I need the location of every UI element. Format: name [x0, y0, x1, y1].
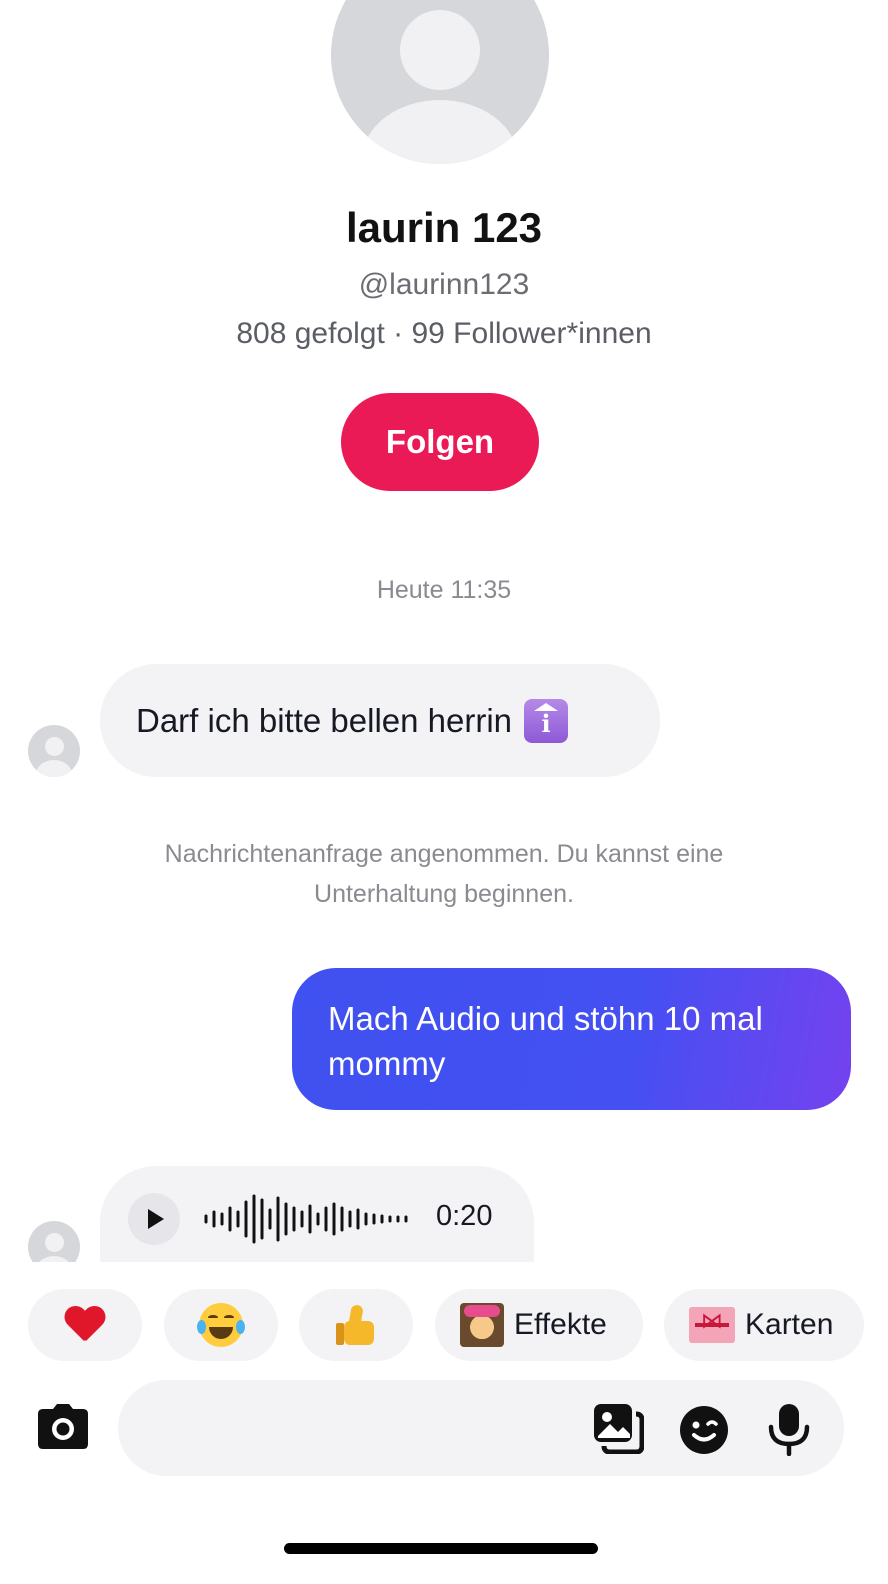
tears-of-joy-emoji-icon [197, 1303, 245, 1347]
waveform-icon[interactable] [204, 1194, 416, 1244]
quick-reaction-heart[interactable] [28, 1289, 142, 1361]
sticker-button[interactable] [678, 1404, 730, 1456]
microphone-icon [768, 1404, 810, 1457]
outgoing-message-text: Mach Audio und stöhn 10 mal mommy [328, 1000, 763, 1082]
home-indicator[interactable] [284, 1543, 598, 1554]
quick-reaction-thumbs-up[interactable] [299, 1289, 413, 1361]
smiley-icon [680, 1406, 728, 1454]
chat-screen: laurin 123 @laurinn123 808 gefolgt · 99 … [0, 0, 888, 1584]
outgoing-message-bubble[interactable]: Mach Audio und stöhn 10 mal mommy [292, 968, 851, 1110]
heart-emoji-icon [65, 1307, 105, 1343]
gift-card-icon [689, 1307, 735, 1343]
profile-stats: 808 gefolgt · 99 Follower*innen [236, 317, 652, 350]
avatar-head-shape [400, 10, 480, 90]
message-input[interactable] [148, 1400, 588, 1456]
profile-display-name[interactable]: laurin 123 [0, 204, 888, 252]
camera-button[interactable] [36, 1403, 90, 1451]
message-timestamp: Heute 11:35 [376, 576, 512, 604]
camera-icon [38, 1404, 88, 1449]
effect-thumbnail-icon [460, 1303, 504, 1347]
quick-reaction-laugh[interactable] [164, 1289, 278, 1361]
incoming-message-bubble[interactable]: Darf ich bitte bellen herrin [100, 664, 660, 777]
play-icon [148, 1209, 164, 1229]
incoming-message-text: Darf ich bitte bellen herrin [136, 701, 513, 739]
cards-button[interactable]: Karten [664, 1289, 864, 1361]
effects-button[interactable]: Effekte [435, 1289, 643, 1361]
chat-scroll-edge [0, 1262, 888, 1286]
follow-button[interactable]: Folgen [341, 393, 539, 491]
thumbs-up-emoji-icon [336, 1303, 376, 1347]
effects-label: Effekte [514, 1308, 607, 1341]
image-gallery-icon [594, 1404, 645, 1455]
message-composer[interactable] [118, 1380, 844, 1476]
info-emoji-icon [524, 698, 569, 743]
profile-avatar[interactable] [331, 0, 549, 164]
sender-avatar[interactable] [28, 725, 80, 777]
request-accepted-note: Nachrichtenanfrage angenommen. Du kannst… [164, 840, 724, 908]
microphone-button[interactable] [766, 1402, 812, 1457]
gallery-button[interactable] [592, 1402, 645, 1455]
avatar-body-shape [362, 100, 518, 164]
profile-handle: @laurinn123 [358, 268, 530, 301]
voice-duration: 0:20 [436, 1200, 493, 1232]
play-button[interactable] [128, 1193, 180, 1245]
cards-label: Karten [745, 1308, 834, 1341]
